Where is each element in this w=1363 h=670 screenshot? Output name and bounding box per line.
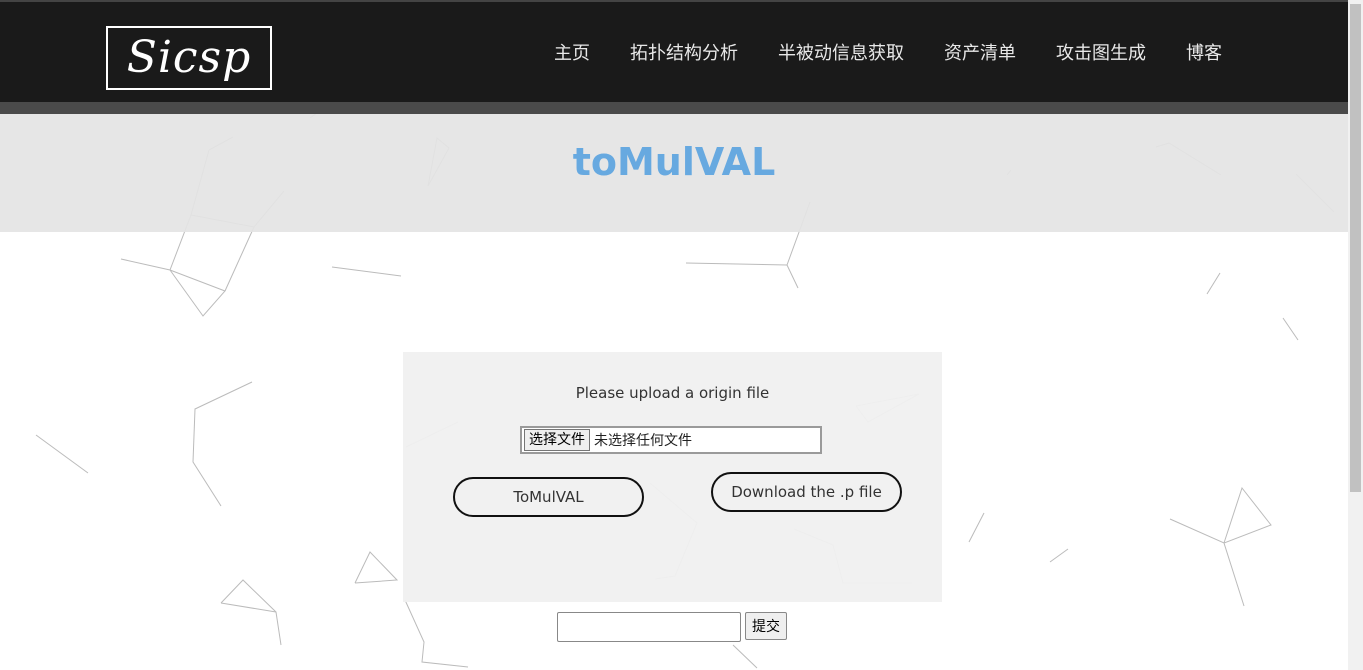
- tomulval-button[interactable]: ToMulVAL: [453, 477, 644, 517]
- navbar-underline: [0, 102, 1348, 114]
- submit-input[interactable]: [557, 612, 741, 642]
- upload-prompt: Please upload a origin file: [575, 384, 770, 402]
- download-p-file-button[interactable]: Download the .p file: [711, 472, 902, 512]
- nav-item-blog[interactable]: 博客: [1186, 39, 1222, 65]
- scrollbar-thumb[interactable]: [1350, 4, 1361, 492]
- nav-item-attack-graph[interactable]: 攻击图生成: [1056, 39, 1146, 65]
- main-nav: 主页 拓扑结构分析 半被动信息获取 资产清单 攻击图生成 博客: [554, 2, 1222, 102]
- nav-item-asset-list[interactable]: 资产清单: [944, 39, 1016, 65]
- upload-panel: Please upload a origin file 选择文件 未选择任何文件…: [403, 352, 942, 602]
- submit-button[interactable]: 提交: [745, 612, 787, 640]
- submit-form: 提交: [557, 612, 787, 642]
- nav-item-topology-analysis[interactable]: 拓扑结构分析: [630, 39, 738, 65]
- vertical-scrollbar[interactable]: [1348, 0, 1363, 670]
- file-status-text: 未选择任何文件: [594, 433, 692, 449]
- page-title: toMulVAL: [572, 140, 776, 184]
- site-logo[interactable]: Sicsp: [106, 26, 272, 90]
- nav-item-home[interactable]: 主页: [554, 39, 590, 65]
- file-input[interactable]: 选择文件 未选择任何文件: [520, 426, 822, 454]
- top-navbar: Sicsp 主页 拓扑结构分析 半被动信息获取 资产清单 攻击图生成 博客: [0, 0, 1348, 102]
- choose-file-button[interactable]: 选择文件: [524, 429, 590, 451]
- nav-item-semi-passive-info[interactable]: 半被动信息获取: [778, 39, 904, 65]
